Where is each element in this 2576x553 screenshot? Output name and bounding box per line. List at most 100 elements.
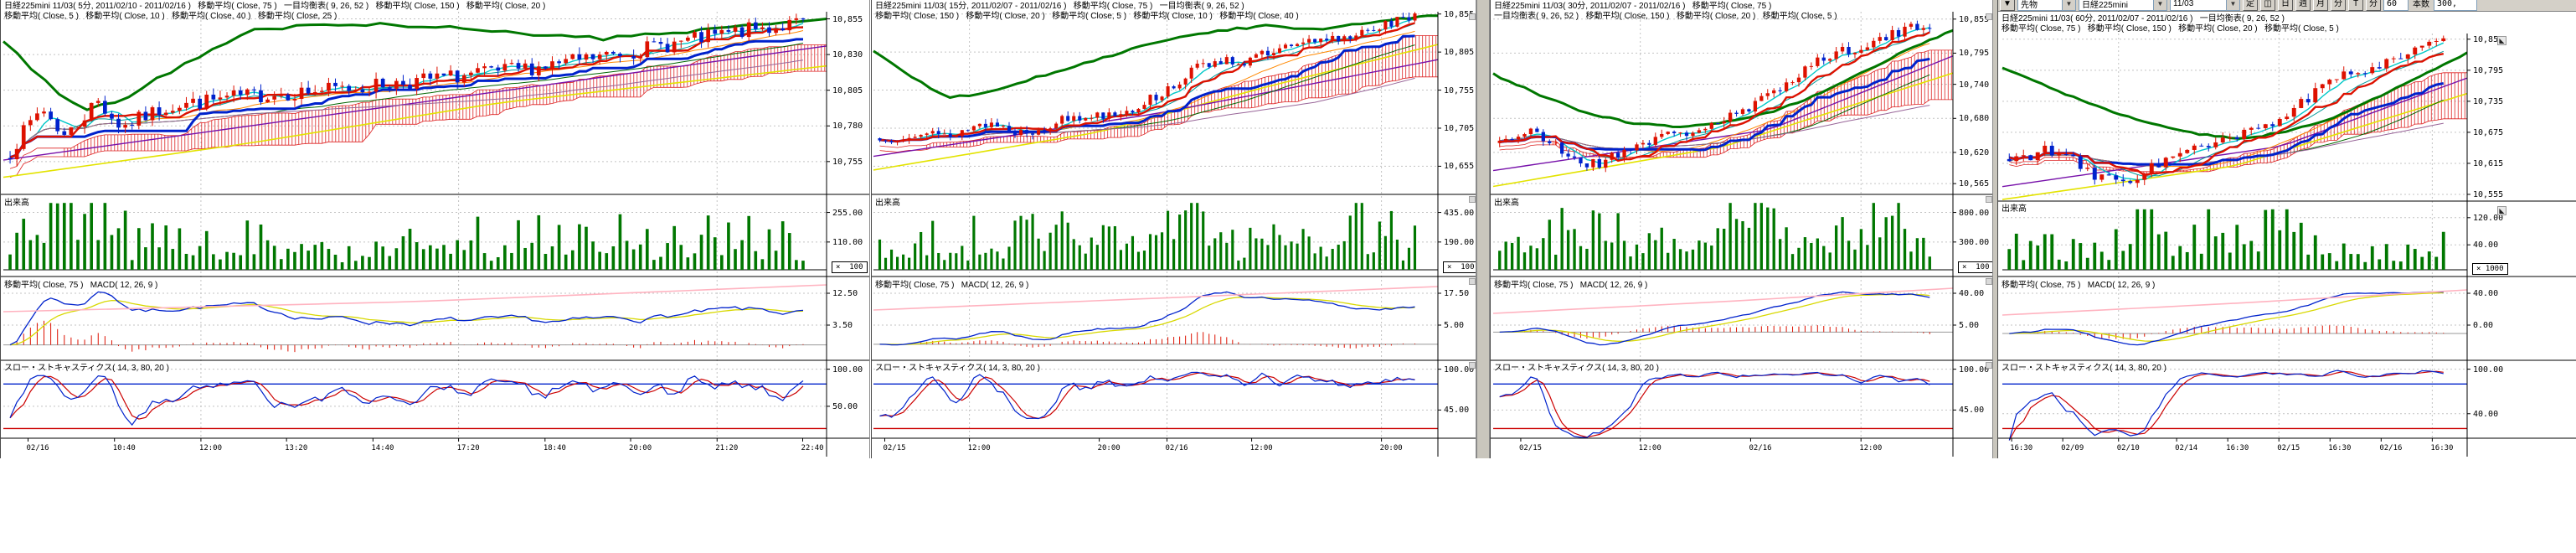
- toolbar-button-月[interactable]: 月: [2313, 0, 2328, 11]
- window-splitter[interactable]: [1476, 0, 1490, 458]
- stoch-axis-tick: 45.00: [1444, 406, 1469, 415]
- stochastics-pane-label: スロー・ストキャスティクス( 14, 3, 80, 20 ): [1494, 364, 1659, 374]
- chart-title-line2: 移動平均( Close, 5 ) 移動平均( Close, 10 ) 移動平均(…: [4, 12, 337, 22]
- time-axis-label: 12:00: [1639, 444, 1662, 452]
- collapse-pane-button[interactable]: ◣: [2497, 206, 2506, 215]
- toolbar-button-週[interactable]: 週: [2295, 0, 2311, 11]
- pane-resize-handle[interactable]: [1986, 13, 1992, 20]
- time-axis-label: 13:20: [285, 444, 307, 452]
- volume-axis-tick: 110.00: [832, 238, 863, 247]
- chart-title-line1: 日経225mini 11/03( 60分, 2011/02/07 - 2011/…: [2002, 14, 2285, 24]
- price-axis-tick: 10,655: [1444, 162, 1474, 171]
- chart-title-line2: 移動平均( Close, 75 ) 移動平均( Close, 150 ) 移動平…: [2002, 24, 2339, 34]
- stoch-axis-tick: 45.00: [1959, 406, 1984, 415]
- pane-resize-handle[interactable]: [1986, 278, 1992, 285]
- macd-axis-tick: 0.00: [2473, 321, 2493, 330]
- stoch-axis-tick: 100.00: [1959, 365, 1989, 375]
- volume-multiplier-box: × 1000: [2472, 263, 2508, 275]
- price-axis-tick: 10,795: [1959, 49, 1989, 58]
- volume-multiplier-box: × 100: [832, 261, 868, 273]
- time-axis-label: 02/16: [1165, 444, 1188, 452]
- volume-multiplier-box: × 100: [1443, 261, 1476, 273]
- stoch-axis-tick: 100.00: [832, 365, 863, 375]
- toolbar-label: 本数: [2411, 0, 2431, 11]
- price-axis-tick: 10,740: [1959, 80, 1989, 90]
- pane-resize-handle[interactable]: [1469, 196, 1476, 203]
- macd-axis-tick: 3.50: [832, 321, 853, 330]
- time-axis-label: 02/10: [2117, 444, 2140, 452]
- macd-pane-label: 移動平均( Close, 75 ) MACD( 12, 26, 9 ): [1494, 281, 1647, 291]
- time-axis-label: 02/15: [883, 444, 905, 452]
- time-axis-label: 17:20: [457, 444, 480, 452]
- collapse-pane-button[interactable]: ◣: [2497, 36, 2506, 45]
- pane-resize-handle[interactable]: [1469, 362, 1476, 369]
- toolbar-dropdown-日経225mini[interactable]: 日経225mini ▼: [2079, 0, 2167, 11]
- stochastics-pane-label: スロー・ストキャスティクス( 14, 3, 80, 20 ): [875, 364, 1040, 374]
- macd-axis-tick: 17.50: [1444, 289, 1469, 298]
- time-axis-label: 20:00: [1380, 444, 1403, 452]
- price-axis-tick: 10,675: [2473, 128, 2503, 137]
- price-axis-tick: 10,735: [2473, 97, 2503, 106]
- macd-pane-label: 移動平均( Close, 75 ) MACD( 12, 26, 9 ): [4, 281, 157, 291]
- price-axis-tick: 10,615: [2473, 159, 2503, 168]
- chart-title-line1: 日経225mini 11/03( 15分, 2011/02/07 - 2011/…: [875, 2, 1244, 12]
- time-axis-label: 22:40: [801, 444, 823, 452]
- collapse-triangle-icon: ◣: [2499, 207, 2504, 214]
- stochastics-pane-label: スロー・ストキャスティクス( 14, 3, 80, 20 ): [2002, 364, 2166, 374]
- toolbar-button-日[interactable]: 日: [2278, 0, 2293, 11]
- price-axis-tick: 10,565: [1959, 179, 1989, 189]
- pane-resize-handle[interactable]: [1986, 362, 1992, 369]
- toolbar-button-分[interactable]: 分: [2366, 0, 2381, 11]
- stoch-axis-tick: 50.00: [832, 402, 858, 411]
- chart-panel-60min: ▼先物▼日経225mini▼11/03▼定◫日週月分T分60本数300, 日経2…: [1997, 0, 2576, 458]
- macd-axis-tick: 12.50: [832, 289, 858, 298]
- toolbar-dropdown-先物[interactable]: 先物▼: [2017, 0, 2076, 11]
- price-axis-tick: 10,680: [1959, 114, 1989, 123]
- time-axis-label: 16:30: [2226, 444, 2249, 452]
- chart-canvas-5分: [1, 0, 870, 458]
- toolbar-button-▼[interactable]: ▼: [2000, 0, 2015, 11]
- toolbar-field[interactable]: 60: [2383, 0, 2409, 11]
- time-axis-label: 02/15: [2277, 444, 2300, 452]
- toolbar-button-T[interactable]: T: [2348, 0, 2363, 11]
- time-axis-label: 10:40: [113, 444, 136, 452]
- price-axis-tick: 10,855: [832, 15, 863, 24]
- pane-resize-handle[interactable]: [1986, 196, 1992, 203]
- collapse-triangle-icon: ◣: [2499, 37, 2504, 44]
- chart-toolbar: ▼先物▼日経225mini▼11/03▼定◫日週月分T分60本数300,: [1998, 0, 2576, 12]
- time-axis-label: 16:30: [2430, 444, 2453, 452]
- time-axis-label: 14:40: [371, 444, 394, 452]
- volume-axis-tick: 435.00: [1444, 209, 1474, 218]
- toolbar-dropdown-11/03[interactable]: 11/03▼: [2170, 0, 2240, 11]
- time-axis-label: 16:30: [2010, 444, 2032, 452]
- price-axis-tick: 10,805: [832, 86, 863, 96]
- price-axis-tick: 10,795: [2473, 66, 2503, 75]
- time-axis-label: 02/09: [2061, 444, 2084, 452]
- macd-axis-tick: 5.00: [1444, 321, 1464, 330]
- toolbar-button-分[interactable]: 分: [2331, 0, 2346, 11]
- stoch-axis-tick: 100.00: [2473, 365, 2503, 375]
- pane-resize-handle[interactable]: [1469, 278, 1476, 285]
- dropdown-arrow-icon: ▼: [2062, 0, 2075, 10]
- price-axis-tick: 10,855: [1959, 15, 1989, 24]
- toolbar-field[interactable]: 300,: [2434, 0, 2477, 11]
- price-axis-tick: 10,755: [832, 158, 863, 167]
- time-axis-label: 12:00: [1250, 444, 1273, 452]
- volume-pane-label: 出来高: [1494, 199, 1519, 209]
- volume-axis-tick: 300.00: [1959, 238, 1989, 247]
- chart-canvas-30分: [1491, 0, 1993, 458]
- time-axis-label: 12:00: [968, 444, 991, 452]
- pane-resize-handle[interactable]: [1469, 13, 1476, 20]
- toolbar-button-◫[interactable]: ◫: [2260, 0, 2275, 11]
- macd-axis-tick: 40.00: [1959, 289, 1984, 298]
- time-axis-label: 02/16: [1749, 444, 1771, 452]
- chart-panel-15min: 日経225mini 11/03( 15分, 2011/02/07 - 2011/…: [871, 0, 1476, 458]
- price-axis-tick: 10,620: [1959, 148, 1989, 158]
- dropdown-arrow-icon: ▼: [2153, 0, 2166, 10]
- volume-axis-tick: 800.00: [1959, 209, 1989, 218]
- time-axis-label: 02/16: [26, 444, 49, 452]
- price-axis-tick: 10,830: [832, 50, 863, 59]
- toolbar-button-定[interactable]: 定: [2243, 0, 2258, 11]
- volume-pane-label: 出来高: [4, 199, 29, 209]
- toolbar-combo-value: 日経225mini: [2082, 0, 2128, 10]
